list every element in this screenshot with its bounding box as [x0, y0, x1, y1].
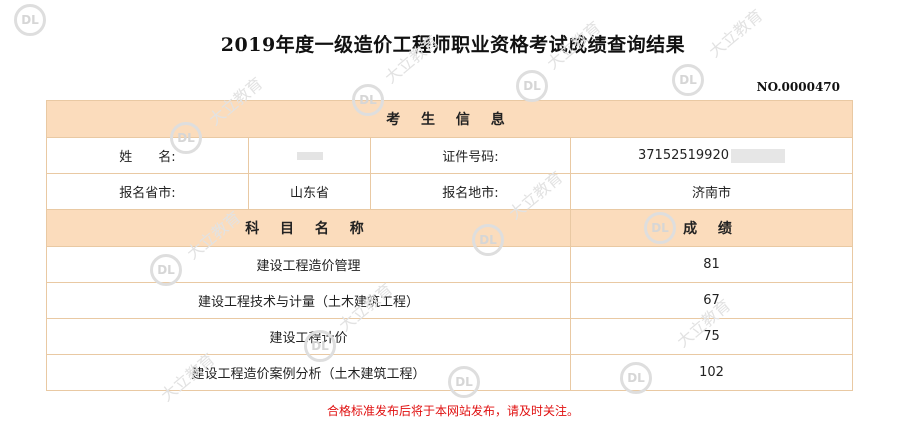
subject-score: 81	[570, 246, 853, 283]
scores-header-row: 科 目 名 称 成 绩	[46, 209, 853, 247]
province-label: 报名省市:	[46, 173, 249, 210]
watermark-logo-icon: DL	[672, 64, 704, 96]
redaction-blur	[730, 148, 785, 163]
watermark-logo-icon: DL	[516, 70, 548, 102]
notice-text: 合格标准发布后将于本网站发布，请及时关注。	[326, 404, 579, 418]
id-value-cell: 37152519920	[570, 137, 853, 174]
watermark: DL	[516, 70, 548, 102]
section-candidate-title: 考 生 信 息	[46, 100, 853, 138]
city-value: 济南市	[570, 173, 853, 210]
redacted-name	[296, 151, 323, 160]
subject-score: 75	[570, 318, 853, 355]
city-label: 报名地市:	[370, 173, 571, 210]
table-row: 报名省市: 山东省 报名地市: 济南市	[46, 173, 853, 210]
table-row: 建设工程技术与计量（土木建筑工程） 67	[46, 282, 853, 319]
id-value: 37152519920	[638, 148, 729, 163]
subject-score: 102	[570, 354, 853, 391]
subject-name: 建设工程造价管理	[46, 246, 571, 283]
page-title: 2019年度一级造价工程师职业资格考试成绩查询结果	[220, 34, 686, 56]
certificate-number: NO.0000470	[756, 80, 840, 94]
subject-header: 科 目 名 称	[46, 209, 571, 247]
watermark: DL	[672, 64, 704, 96]
subject-name: 建设工程计价	[46, 318, 571, 355]
section-candidate-header: 考 生 信 息	[46, 100, 853, 138]
name-label: 姓 名:	[46, 137, 249, 174]
subject-score: 67	[570, 282, 853, 319]
subject-name: 建设工程技术与计量（土木建筑工程）	[46, 282, 571, 319]
score-header: 成 绩	[570, 209, 853, 247]
table-row: 建设工程造价案例分析（土木建筑工程） 102	[46, 354, 853, 391]
name-value	[248, 137, 371, 174]
table-row: 建设工程造价管理 81	[46, 246, 853, 283]
id-label: 证件号码:	[370, 137, 571, 174]
result-table: 考 生 信 息 姓 名: 证件号码: 37152519920 报名省市: 山东省…	[46, 100, 853, 391]
table-row: 建设工程计价 75	[46, 318, 853, 355]
province-value: 山东省	[248, 173, 371, 210]
table-row: 姓 名: 证件号码: 37152519920	[46, 137, 853, 174]
subject-name: 建设工程造价案例分析（土木建筑工程）	[46, 354, 571, 391]
